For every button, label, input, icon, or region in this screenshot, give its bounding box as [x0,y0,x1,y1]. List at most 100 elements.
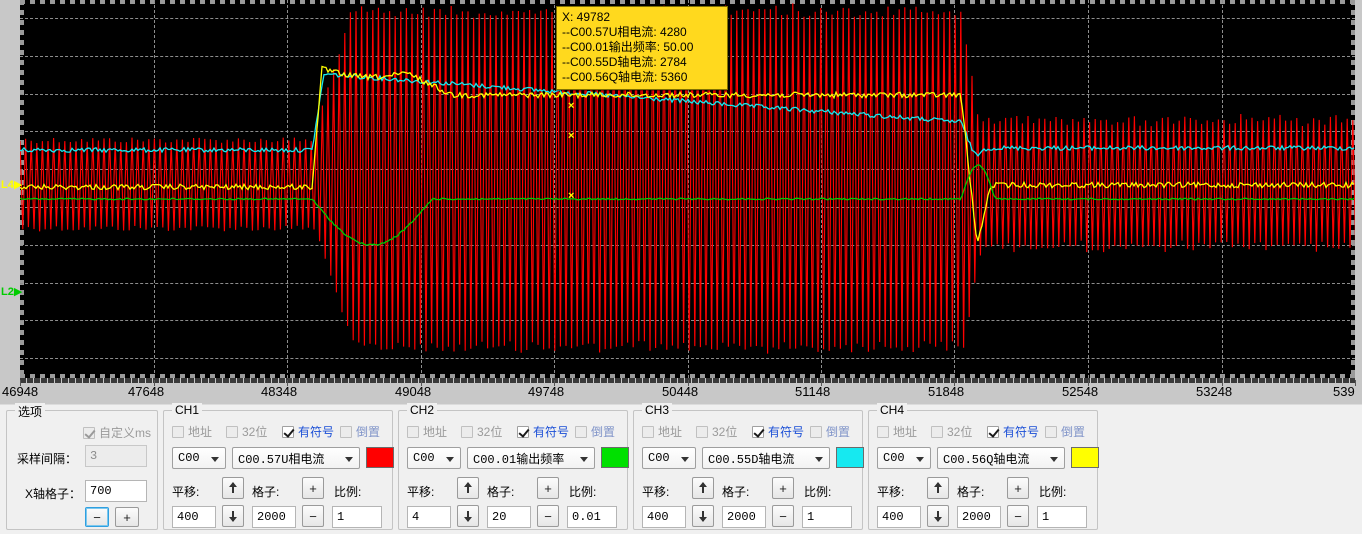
register-group-select[interactable]: C00 [407,447,461,469]
invert-checkbox[interactable]: 倒置 [1045,423,1085,440]
signed-checkbox-box[interactable] [517,425,529,438]
addr-checkbox[interactable]: 地址 [407,423,447,440]
addr-checkbox-box[interactable] [172,425,184,438]
invert-checkbox-box[interactable] [340,425,352,438]
bit32-checkbox[interactable]: 32位 [461,423,502,440]
grid-input[interactable]: 2000 [957,506,1001,528]
channel-color-swatch[interactable] [1071,447,1099,468]
shift-down-button[interactable] [692,505,714,527]
scale-input[interactable]: 1 [1037,506,1087,528]
sample-interval-input[interactable]: 3 [85,445,147,467]
shift-down-button[interactable] [927,505,949,527]
channel-color-swatch[interactable] [836,447,864,468]
shift-input[interactable]: 400 [172,506,216,528]
x-grid-minus-button[interactable]: − [85,507,109,527]
signed-checkbox[interactable]: 有符号 [987,423,1039,440]
grid-plus-button[interactable]: + [302,477,324,499]
addr-checkbox-box[interactable] [642,425,654,438]
arrow-up-icon [464,482,472,493]
grid-minus-button[interactable]: − [302,505,324,527]
signed-checkbox[interactable]: 有符号 [517,423,569,440]
arrow-down-icon [464,511,472,522]
waveform-plot-area[interactable]: × × × L4▶ L2▶ X: 49782 --C00.57U相电流: 4280 -… [0,0,1362,378]
signed-checkbox[interactable]: 有符号 [282,423,334,440]
options-group: 选项 自定义ms 采样间隔： 3 X轴格子： 700 − + [6,403,158,530]
invert-checkbox[interactable]: 倒置 [810,423,850,440]
signal-select[interactable]: C00.57U相电流 [232,447,360,469]
chevron-down-icon [345,457,353,462]
grid-label: 格子: [252,485,280,499]
signed-checkbox-box[interactable] [752,425,764,438]
shift-up-button[interactable] [927,477,949,499]
scale-label: 比例: [804,485,832,499]
value-tooltip: X: 49782 --C00.57U相电流: 4280 --C00.01输出频率… [556,6,728,90]
invert-checkbox[interactable]: 倒置 [575,423,615,440]
addr-checkbox-label: 地址 [658,425,683,439]
shift-up-button[interactable] [457,477,479,499]
chevron-down-icon [1050,457,1058,462]
addr-checkbox[interactable]: 地址 [172,423,212,440]
bit32-checkbox-box[interactable] [461,425,473,438]
addr-checkbox-box[interactable] [877,425,889,438]
signed-checkbox-box[interactable] [987,425,999,438]
grid-minus-button[interactable]: − [537,505,559,527]
cursor-edge-label-l4[interactable]: L4▶ [1,180,22,191]
bit32-checkbox-box[interactable] [696,425,708,438]
signal-select[interactable]: C00.55D轴电流 [702,447,830,469]
register-group-select[interactable]: C00 [642,447,696,469]
bit32-checkbox-box[interactable] [931,425,943,438]
shift-input[interactable]: 4 [407,506,451,528]
x-grid-plus-button[interactable]: + [115,507,139,527]
signed-checkbox-box[interactable] [282,425,294,438]
addr-checkbox[interactable]: 地址 [877,423,917,440]
grid-input[interactable]: 20 [487,506,531,528]
invert-checkbox[interactable]: 倒置 [340,423,380,440]
addr-checkbox-label: 地址 [423,425,448,439]
addr-checkbox[interactable]: 地址 [642,423,682,440]
custom-ms-box[interactable] [83,426,95,439]
signed-checkbox-label: 有符号 [768,425,805,439]
shift-label: 平移: [407,485,435,499]
chevron-down-icon [446,457,454,462]
shift-input[interactable]: 400 [642,506,686,528]
grid-input[interactable]: 2000 [252,506,296,528]
register-group-select[interactable]: C00 [877,447,931,469]
signal-select[interactable]: C00.01输出频率 [467,447,595,469]
grid-plus-button[interactable]: + [537,477,559,499]
shift-down-button[interactable] [222,505,244,527]
bit32-checkbox[interactable]: 32位 [226,423,267,440]
bit32-checkbox[interactable]: 32位 [696,423,737,440]
cursor-edge-label-l2[interactable]: L2▶ [1,287,22,298]
grid-input[interactable]: 2000 [722,506,766,528]
grid-label: 格子: [487,485,515,499]
shift-up-button[interactable] [222,477,244,499]
arrow-up-icon [934,482,942,493]
channel-color-swatch[interactable] [601,447,629,468]
grid-plus-button[interactable]: + [772,477,794,499]
arrow-down-icon [699,511,707,522]
shift-up-button[interactable] [692,477,714,499]
channel-color-swatch[interactable] [366,447,394,468]
bit32-checkbox[interactable]: 32位 [931,423,972,440]
shift-input[interactable]: 400 [877,506,921,528]
chevron-down-icon [815,457,823,462]
signed-checkbox[interactable]: 有符号 [752,423,804,440]
invert-checkbox-box[interactable] [1045,425,1057,438]
scale-input[interactable]: 0.01 [567,506,617,528]
invert-checkbox-box[interactable] [575,425,587,438]
grid-minus-button[interactable]: − [1007,505,1029,527]
invert-checkbox-box[interactable] [810,425,822,438]
custom-ms-checkbox[interactable]: 自定义ms [83,424,151,441]
signal-select[interactable]: C00.56Q轴电流 [937,447,1065,469]
x-grid-input[interactable]: 700 [85,480,147,502]
bit32-checkbox-box[interactable] [226,425,238,438]
grid-minus-button[interactable]: − [772,505,794,527]
shift-down-button[interactable] [457,505,479,527]
scale-input[interactable]: 1 [332,506,382,528]
x-axis-tick-label: 47648 [128,384,165,399]
scale-input[interactable]: 1 [802,506,852,528]
grid-plus-button[interactable]: + [1007,477,1029,499]
register-group-select[interactable]: C00 [172,447,226,469]
signed-checkbox-label: 有符号 [298,425,335,439]
addr-checkbox-box[interactable] [407,425,419,438]
